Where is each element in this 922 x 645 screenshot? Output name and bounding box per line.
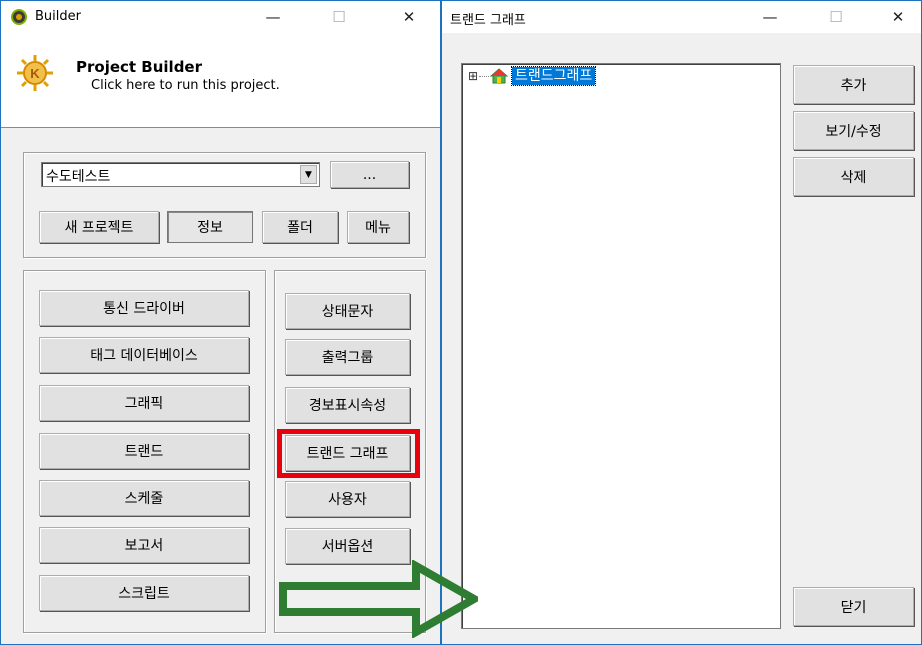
schedule-button[interactable]: 스케줄 (39, 480, 249, 516)
chevron-down-icon[interactable]: ▼ (300, 165, 317, 184)
trend-maximize-button[interactable]: ☐ (824, 5, 848, 29)
folder-label: 폴더 (287, 220, 313, 236)
project-builder-logo-icon: K (17, 55, 53, 91)
trend-titlebar[interactable]: 트랜드 그래프 — ☐ ✕ (442, 1, 921, 33)
folder-button[interactable]: 폴더 (262, 211, 338, 243)
server-options-label: 서버옵션 (321, 539, 374, 555)
info-label: 정보 (197, 220, 223, 236)
green-arrow-icon (279, 560, 478, 638)
alarm-display-button[interactable]: 경보표시속성 (285, 387, 410, 423)
delete-label: 삭제 (840, 169, 867, 186)
alarm-display-label: 경보표시속성 (308, 398, 387, 414)
view-edit-label: 보기/수정 (825, 123, 882, 140)
status-text-button[interactable]: 상태문자 (285, 293, 410, 329)
house-icon (490, 68, 508, 84)
builder-title: Builder (35, 9, 81, 24)
output-group-label: 출력그룹 (321, 350, 374, 366)
builder-titlebar[interactable]: Builder — ☐ ✕ (1, 1, 440, 33)
menu-label: 메뉴 (365, 220, 391, 236)
trend-tree-view[interactable]: ⊞ 트랜드그래프 (461, 63, 781, 629)
report-button[interactable]: 보고서 (39, 527, 249, 563)
new-project-button[interactable]: 새 프로젝트 (39, 211, 159, 243)
browse-label: ... (362, 166, 377, 183)
graphic-label: 그래픽 (124, 396, 164, 412)
script-button[interactable]: 스크립트 (39, 575, 249, 611)
tag-database-button[interactable]: 태그 데이터베이스 (39, 337, 249, 373)
trend-graph-window: 트랜드 그래프 — ☐ ✕ ⊞ 트랜드그래프 추가 보기/수정 삭제 닫기 (441, 0, 922, 645)
svg-text:K: K (30, 66, 40, 81)
expand-icon[interactable]: ⊞ (468, 67, 478, 85)
graphic-button[interactable]: 그래픽 (39, 385, 249, 421)
close-dialog-label: 닫기 (840, 599, 867, 616)
highlight-box (277, 429, 420, 478)
comm-driver-label: 통신 드라이버 (103, 301, 185, 317)
comm-driver-button[interactable]: 통신 드라이버 (39, 290, 249, 326)
new-project-label: 새 프로젝트 (64, 220, 134, 236)
trend-button[interactable]: 트랜드 (39, 433, 249, 469)
report-label: 보고서 (124, 538, 164, 554)
project-builder-subtitle: Click here to run this project. (91, 78, 280, 93)
close-button[interactable]: ✕ (397, 5, 421, 29)
script-label: 스크립트 (118, 586, 170, 602)
close-dialog-button[interactable]: 닫기 (793, 587, 914, 626)
user-button[interactable]: 사용자 (285, 481, 410, 517)
builder-app-icon (11, 9, 27, 25)
schedule-label: 스케줄 (124, 491, 164, 507)
project-builder-header[interactable]: K Project Builder Click here to run this… (1, 33, 440, 128)
project-select[interactable]: 수도테스트 ▼ (41, 162, 320, 187)
tag-database-label: 태그 데이터베이스 (90, 348, 198, 364)
project-select-value: 수도테스트 (46, 169, 111, 185)
menu-button[interactable]: 메뉴 (347, 211, 409, 243)
view-edit-button[interactable]: 보기/수정 (793, 111, 914, 150)
trend-minimize-button[interactable]: — (758, 5, 782, 29)
trend-window-title: 트랜드 그래프 (450, 13, 526, 28)
add-label: 추가 (840, 77, 867, 94)
delete-button[interactable]: 삭제 (793, 157, 914, 196)
maximize-button[interactable]: ☐ (327, 5, 351, 29)
trend-close-button[interactable]: ✕ (886, 5, 910, 29)
browse-button[interactable]: ... (330, 161, 409, 188)
minimize-button[interactable]: — (261, 5, 285, 29)
output-group-button[interactable]: 출력그룹 (285, 339, 410, 375)
user-label: 사용자 (328, 492, 367, 508)
server-options-button[interactable]: 서버옵션 (285, 528, 410, 564)
add-button[interactable]: 추가 (793, 65, 914, 104)
project-builder-title: Project Builder (76, 58, 202, 76)
trend-label: 트랜드 (124, 444, 164, 460)
builder-window: Builder — ☐ ✕ K Project Builder Click he… (0, 0, 441, 645)
status-text-label: 상태문자 (321, 304, 374, 320)
tree-item[interactable]: ⊞ 트랜드그래프 (468, 66, 638, 87)
info-button[interactable]: 정보 (167, 211, 253, 243)
tree-item-label: 트랜드그래프 (510, 66, 597, 86)
